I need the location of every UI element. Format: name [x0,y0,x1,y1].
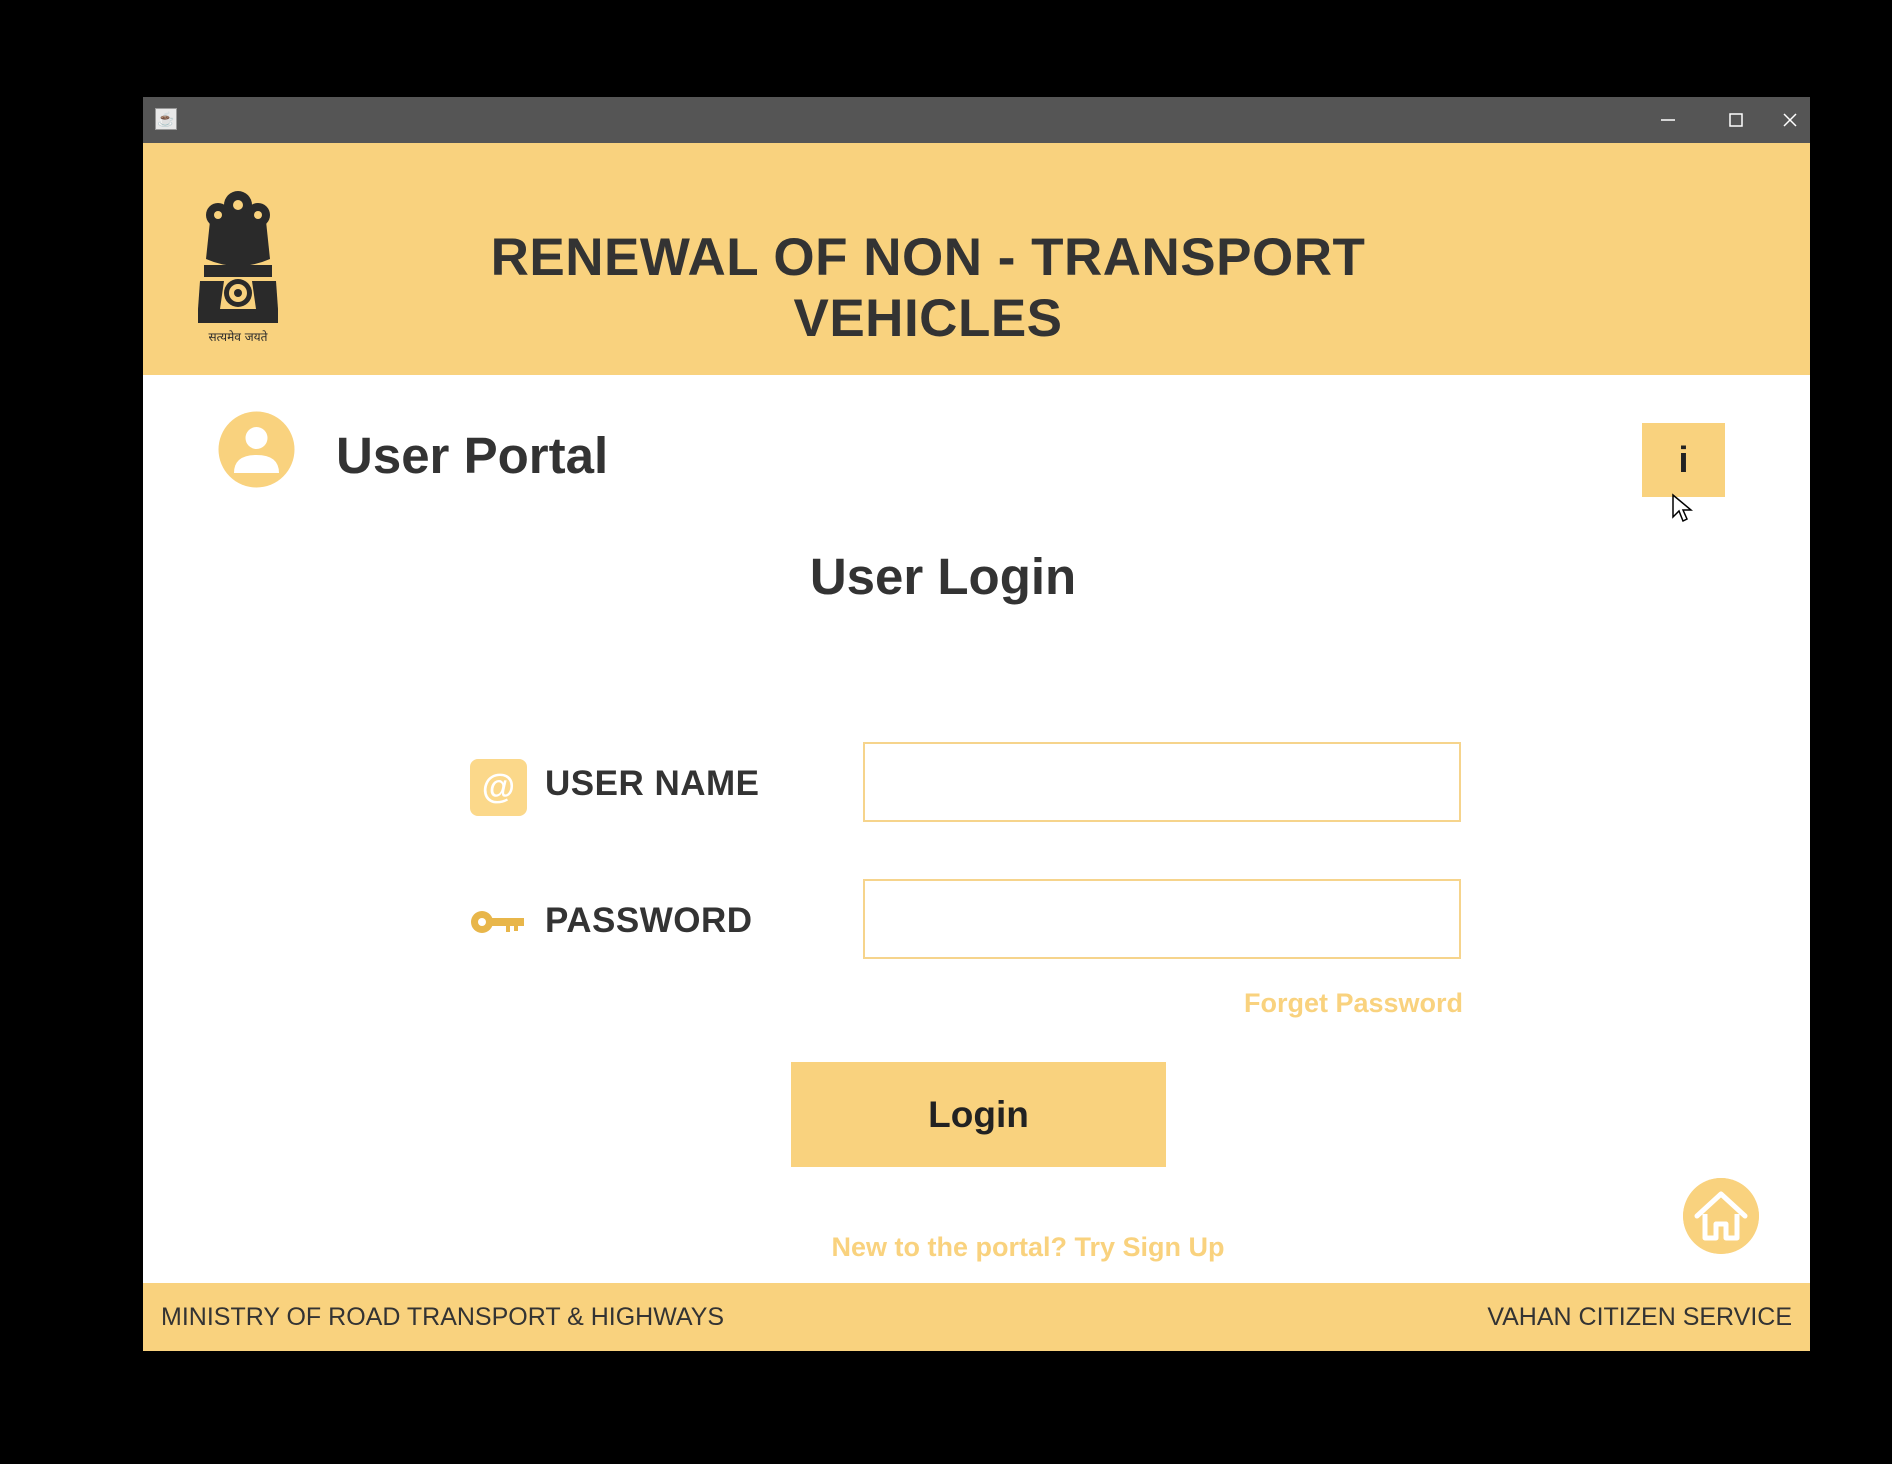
maximize-button[interactable] [1702,97,1770,143]
at-icon: @ [470,759,527,816]
close-button[interactable] [1770,97,1810,143]
footer-ministry: MINISTRY OF ROAD TRANSPORT & HIGHWAYS [161,1303,725,1331]
emblem-motto: सत्यमेव जयते [209,330,269,344]
forget-password-link[interactable]: Forget Password [1173,988,1463,1019]
login-title: User Login [809,548,1077,605]
mouse-cursor [1672,493,1693,523]
title-bar[interactable]: ☕ [143,97,1810,143]
app-window: ☕ सत्यमेव जयते RENEWAL OF NON - TRANSPOR… [143,97,1810,1351]
username-input[interactable] [863,742,1461,822]
footer-service: VAHAN CITIZEN SERVICE [1487,1303,1792,1331]
footer-bar: MINISTRY OF ROAD TRANSPORT & HIGHWAYS VA… [143,1283,1810,1351]
app-title: RENEWAL OF NON - TRANSPORT VEHICLES [490,228,1366,348]
portal-title: User Portal [336,427,609,484]
username-label: USER NAME [545,764,760,803]
home-button[interactable] [1683,1178,1759,1254]
minimize-button[interactable] [1634,97,1702,143]
maximize-icon [1729,113,1743,127]
close-icon [1783,113,1797,127]
password-input[interactable] [863,879,1461,959]
java-app-icon[interactable]: ☕ [155,108,177,130]
user-avatar-icon [218,411,295,488]
login-button[interactable]: Login [791,1062,1166,1167]
header-banner: सत्यमेव जयते RENEWAL OF NON - TRANSPORT … [143,143,1810,375]
minimize-icon [1661,119,1675,121]
info-button[interactable]: i [1642,423,1725,497]
key-icon [471,911,524,933]
signup-link[interactable]: New to the portal? Try Sign Up [743,1232,1313,1263]
national-emblem: सत्यमेव जयते [198,191,278,344]
password-label: PASSWORD [545,901,753,940]
